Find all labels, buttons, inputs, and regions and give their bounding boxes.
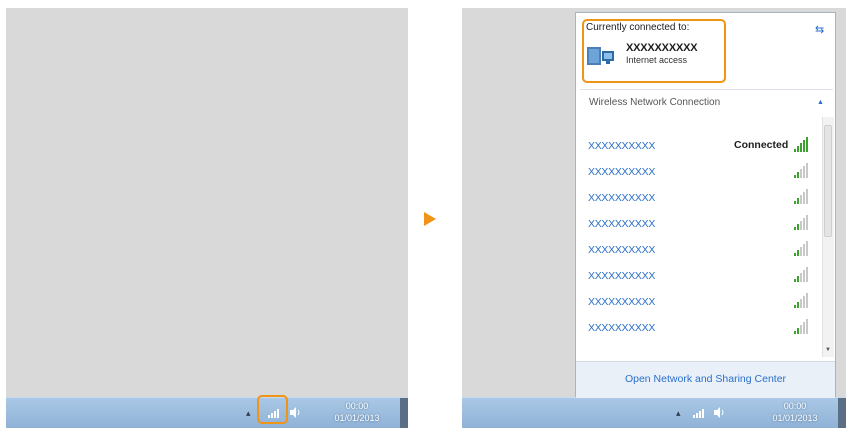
open-network-center-link[interactable]: Open Network and Sharing Center xyxy=(576,373,835,385)
network-name: XXXXXXXXXX xyxy=(588,140,656,152)
signal-strength-icon xyxy=(794,163,808,178)
clock-date: 01/01/2013 xyxy=(772,413,818,423)
network-status: Connected xyxy=(734,139,789,151)
network-list-item[interactable]: XXXXXXXXXX xyxy=(588,161,816,185)
network-computer-icon xyxy=(587,47,614,65)
network-list-item[interactable]: XXXXXXXXXX xyxy=(588,291,816,315)
connected-network-status: Internet access xyxy=(626,55,688,65)
network-name: XXXXXXXXXX xyxy=(588,270,656,282)
show-hidden-icons-button[interactable]: ▴ xyxy=(246,408,251,419)
clock-time: 00:00 xyxy=(783,401,807,411)
connected-network-name: XXXXXXXXXX xyxy=(626,42,698,54)
signal-strength-icon xyxy=(794,241,808,256)
refresh-icon[interactable]: ⇆ xyxy=(815,23,824,36)
network-name: XXXXXXXXXX xyxy=(588,218,656,230)
taskbar: ▴ 00:00 01/01/2013 xyxy=(6,395,408,428)
scroll-thumb[interactable] xyxy=(824,125,832,237)
desktop-screen-before: ▴ 00:00 01/01/2013 xyxy=(6,8,408,428)
signal-strength-icon xyxy=(794,215,808,230)
signal-strength-icon xyxy=(794,189,808,204)
play-arrow-icon xyxy=(424,212,436,226)
signal-strength-icon xyxy=(794,293,808,308)
taskbar-clock[interactable]: 00:00 01/01/2013 xyxy=(324,400,390,424)
network-name: XXXXXXXXXX xyxy=(588,192,656,204)
collapse-icon[interactable]: ▲ xyxy=(817,99,824,106)
network-list-item[interactable]: XXXXXXXXXX xyxy=(588,265,816,289)
network-list-item[interactable]: XXXXXXXXXX Connected xyxy=(588,135,816,159)
signal-strength-icon xyxy=(794,137,808,152)
popup-footer: Open Network and Sharing Center xyxy=(576,361,835,398)
connected-heading: Currently connected to: xyxy=(586,22,690,33)
clock-time: 00:00 xyxy=(345,401,369,411)
scroll-down-icon[interactable]: ▼ xyxy=(825,347,831,353)
taskbar: ▴ 00:00 01/01/2013 xyxy=(462,397,846,428)
network-name: XXXXXXXXXX xyxy=(588,244,656,256)
network-list-item[interactable]: XXXXXXXXXX xyxy=(588,317,816,341)
show-hidden-icons-button[interactable]: ▴ xyxy=(676,408,681,419)
speaker-icon[interactable] xyxy=(714,407,726,418)
show-desktop-button[interactable] xyxy=(838,398,846,428)
network-name: XXXXXXXXXX xyxy=(588,296,656,308)
show-desktop-button[interactable] xyxy=(400,398,408,428)
taskbar-clock[interactable]: 00:00 01/01/2013 xyxy=(762,400,828,424)
divider xyxy=(580,89,833,90)
clock-date: 01/01/2013 xyxy=(334,413,380,423)
section-header[interactable]: Wireless Network Connection xyxy=(589,97,720,108)
network-name: XXXXXXXXXX xyxy=(588,166,656,178)
network-list-item[interactable]: XXXXXXXXXX xyxy=(588,187,816,211)
network-list-item[interactable]: XXXXXXXXXX xyxy=(588,239,816,263)
network-flyout: Currently connected to: XXXXXXXXXX Inter… xyxy=(575,12,836,398)
signal-strength-icon xyxy=(794,319,808,334)
scrollbar[interactable]: ▼ xyxy=(822,117,834,357)
network-name: XXXXXXXXXX xyxy=(588,322,656,334)
network-signal-icon[interactable] xyxy=(693,407,707,418)
network-list-item[interactable]: XXXXXXXXXX xyxy=(588,213,816,237)
speaker-icon[interactable] xyxy=(290,407,302,418)
signal-strength-icon xyxy=(794,267,808,282)
network-icon-highlight xyxy=(257,395,288,424)
